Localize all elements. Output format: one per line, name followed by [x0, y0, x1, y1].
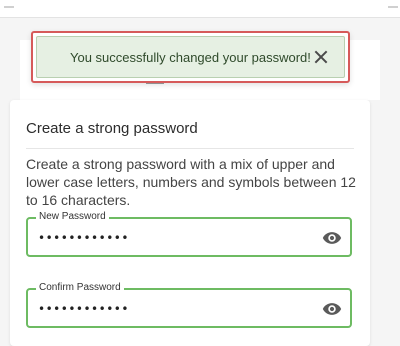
- top-bar: [0, 0, 400, 18]
- card-title: Create a strong password: [26, 120, 198, 137]
- confirm-password-value[interactable]: ••••••••••••: [38, 302, 129, 316]
- toast-message: You successfully changed your password!: [70, 49, 311, 65]
- page: You successfully changed your password! …: [0, 0, 400, 346]
- new-password-label: New Password: [36, 211, 109, 223]
- toast-highlight: You successfully changed your password!: [31, 31, 350, 83]
- top-bar-divider: [388, 6, 398, 8]
- new-password-value[interactable]: ••••••••••••: [38, 231, 129, 245]
- top-bar-divider: [4, 6, 14, 8]
- close-icon[interactable]: [314, 50, 328, 64]
- eye-icon[interactable]: [322, 299, 342, 319]
- confirm-password-field[interactable]: Confirm Password ••••••••••••: [26, 282, 352, 328]
- eye-icon[interactable]: [322, 228, 342, 248]
- success-toast: You successfully changed your password!: [36, 36, 345, 78]
- new-password-field[interactable]: New Password ••••••••••••: [26, 211, 352, 257]
- confirm-password-label: Confirm Password: [36, 282, 124, 294]
- card-description: Create a strong password with a mix of u…: [26, 156, 356, 208]
- divider: [26, 148, 354, 149]
- password-card: Create a strong password Create a strong…: [10, 100, 370, 346]
